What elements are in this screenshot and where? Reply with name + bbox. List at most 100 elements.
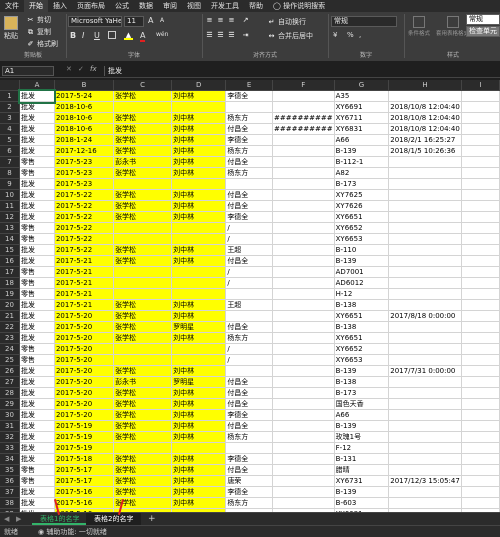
table-cell[interactable]: 张学松 [113,123,173,135]
table-cell[interactable]: A66 [334,409,390,421]
table-cell[interactable]: 杨东方 [225,145,273,157]
table-cell[interactable] [272,167,335,179]
table-cell[interactable]: / [225,277,273,289]
row-header[interactable]: 16 [0,255,21,267]
table-cell[interactable]: 批发 [19,310,55,322]
table-cell[interactable] [272,464,335,476]
table-cell[interactable]: 唐荣 [225,475,273,487]
table-cell[interactable]: 张学松 [113,475,173,487]
table-cell[interactable]: 刘中林 [171,365,227,377]
table-cell[interactable]: / [225,354,273,366]
conditional-format-button[interactable]: 条件格式 [408,16,430,37]
table-cell[interactable]: XY6652 [334,222,390,234]
next-sheet-icon[interactable]: ▶ [16,515,21,523]
table-cell[interactable]: A35 [334,90,390,102]
table-cell[interactable] [225,101,273,113]
table-cell[interactable] [461,310,500,322]
table-cell[interactable] [388,277,462,289]
table-cell[interactable]: 零售 [19,222,55,234]
row-header[interactable]: 35 [0,464,21,476]
table-cell[interactable] [461,277,500,289]
table-cell[interactable]: 张学松 [113,90,173,102]
table-cell[interactable] [113,354,173,366]
table-cell[interactable]: 2017-5-23 [54,167,115,179]
table-cell[interactable] [113,233,173,245]
table-cell[interactable] [388,453,462,465]
table-cell[interactable] [272,398,335,410]
table-cell[interactable]: 批发 [19,332,55,344]
table-cell[interactable]: 批发 [19,365,55,377]
phonetic-button[interactable]: wén [156,31,168,38]
table-cell[interactable]: 杨东方 [225,112,273,124]
table-cell[interactable] [171,277,227,289]
table-cell[interactable] [461,244,500,256]
table-cell[interactable] [272,409,335,421]
row-header[interactable]: 10 [0,189,21,201]
enter-icon[interactable]: ✓ [78,65,84,73]
table-cell[interactable] [171,343,227,355]
table-cell[interactable] [113,178,173,190]
table-cell[interactable] [461,145,500,157]
row-header[interactable]: 13 [0,222,21,234]
table-cell[interactable]: 零售 [19,266,55,278]
table-cell[interactable]: 2017-5-17 [54,464,115,476]
table-cell[interactable]: / [225,222,273,234]
row-header[interactable]: 23 [0,332,21,344]
table-cell[interactable] [171,101,227,113]
table-cell[interactable]: 李德全 [225,486,273,498]
row-header[interactable]: 11 [0,200,21,212]
table-cell[interactable]: XY6652 [334,343,390,355]
table-cell[interactable]: 张学松 [113,134,173,146]
cell-style-check[interactable]: 检查单元 [466,26,500,37]
row-header[interactable]: 22 [0,321,21,333]
align-center-button[interactable]: ☰ [216,31,225,40]
table-cell[interactable]: 付昌全 [225,189,273,201]
table-cell[interactable] [461,409,500,421]
table-cell[interactable]: 2017-5-21 [54,266,115,278]
table-cell[interactable]: 批发 [17,88,57,104]
table-cell[interactable]: 2017-5-16 [54,497,115,509]
table-cell[interactable] [272,156,335,168]
borders-button[interactable] [108,31,116,39]
table-cell[interactable] [461,332,500,344]
table-cell[interactable]: 2017-5-19 [54,420,115,432]
table-cell[interactable]: B-603 [334,497,390,509]
table-cell[interactable] [461,222,500,234]
table-cell[interactable]: XY6651 [334,310,390,322]
table-cell[interactable] [388,90,462,102]
table-cell[interactable]: 2017-5-20 [54,398,115,410]
row-header[interactable]: 31 [0,420,21,432]
table-cell[interactable] [171,354,227,366]
table-cell[interactable]: 刘中林 [171,123,227,135]
table-cell[interactable]: XY6653 [334,233,390,245]
tab-developer[interactable]: 开发工具 [206,0,244,12]
wrap-text-button[interactable]: ↵ 自动换行 [267,17,306,27]
table-cell[interactable] [388,398,462,410]
table-cell[interactable] [272,299,335,311]
table-cell[interactable] [388,442,462,454]
table-cell[interactable]: AD6012 [334,277,390,289]
table-cell[interactable]: 国色天香 [334,398,390,410]
table-cell[interactable]: 李德全 [225,453,273,465]
table-cell[interactable]: 付昌全 [225,398,273,410]
table-cell[interactable] [171,178,227,190]
table-cell[interactable] [272,222,335,234]
row-header[interactable]: 19 [0,288,21,300]
table-cell[interactable]: 批发 [19,244,55,256]
prev-sheet-icon[interactable]: ◀ [4,515,9,523]
table-cell[interactable]: 批发 [19,442,55,454]
table-cell[interactable] [272,90,335,102]
table-cell[interactable]: 张学松 [113,431,173,443]
table-cell[interactable]: XY6831 [334,123,390,135]
table-cell[interactable]: 张学松 [113,387,173,399]
table-cell[interactable]: 刘中林 [171,409,227,421]
table-cell[interactable] [388,497,462,509]
table-cell[interactable] [388,387,462,399]
table-cell[interactable] [113,266,173,278]
table-cell[interactable] [272,497,335,509]
table-cell[interactable]: 批发 [19,189,55,201]
table-cell[interactable]: 刘中林 [171,431,227,443]
table-cell[interactable] [461,189,500,201]
table-cell[interactable] [225,288,273,300]
table-cell[interactable]: 刘中林 [171,189,227,201]
